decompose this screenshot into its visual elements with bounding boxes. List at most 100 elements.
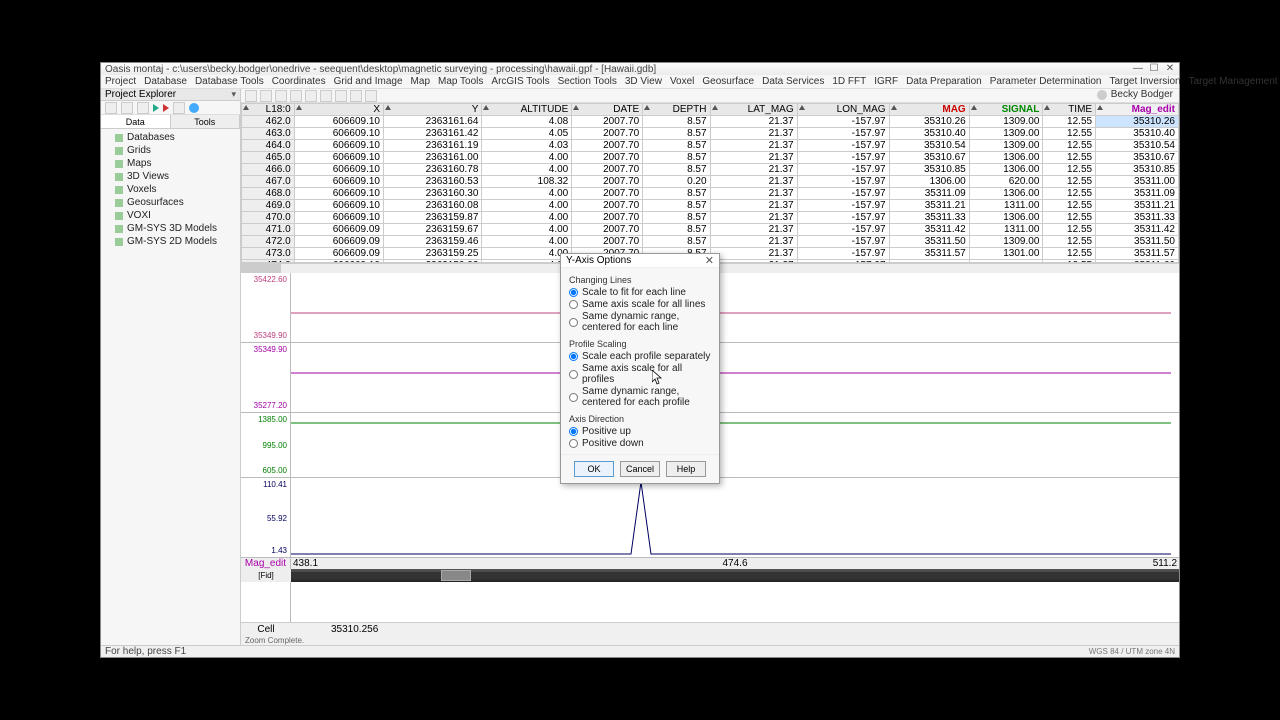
tree-node[interactable]: 3D Views (115, 170, 234, 183)
column-header[interactable]: SIGNAL (969, 104, 1043, 116)
axis-label: 110.41 (245, 480, 287, 489)
folder-icon (115, 147, 123, 155)
xaxis-value: 438.1 (291, 558, 588, 569)
project-explorer-panel: Project Explorer ▾ Data Tools Databases … (101, 89, 241, 645)
ok-button[interactable]: OK (574, 461, 614, 477)
toolbar-button[interactable] (335, 90, 347, 102)
cancel-button[interactable]: Cancel (620, 461, 660, 477)
column-header[interactable]: LON_MAG (797, 104, 889, 116)
menu-item[interactable]: Map Tools (438, 76, 483, 87)
globe-icon[interactable] (189, 103, 199, 113)
menu-item[interactable]: Target Management (1189, 76, 1278, 87)
pin-icon[interactable]: ▾ (231, 89, 236, 100)
column-header[interactable]: TIME (1043, 104, 1096, 116)
close-icon[interactable]: ✕ (1165, 65, 1175, 73)
toolbar-button[interactable] (275, 90, 287, 102)
table-row[interactable]: 463.0606609.102363161.424.052007.708.572… (242, 128, 1179, 140)
toolbar-button[interactable] (137, 102, 149, 114)
column-header[interactable]: LAT_MAG (710, 104, 797, 116)
group-label: Changing Lines (569, 275, 711, 285)
column-header[interactable]: DEPTH (643, 104, 710, 116)
menu-item[interactable]: Target Inversion (1109, 76, 1180, 87)
menu-item[interactable]: Data Preparation (906, 76, 982, 87)
toolbar-button[interactable] (105, 102, 117, 114)
menu-item[interactable]: Geosurface (702, 76, 754, 87)
toolbar-button[interactable] (245, 90, 257, 102)
axis-label: 605.00 (245, 466, 287, 475)
column-header[interactable]: ALTITUDE (482, 104, 572, 116)
dialog-close-icon[interactable]: ✕ (705, 254, 714, 267)
folder-icon (115, 134, 123, 142)
column-header[interactable]: DATE (572, 104, 643, 116)
table-row[interactable]: 465.0606609.102363161.004.002007.708.572… (242, 152, 1179, 164)
toolbar-button[interactable] (320, 90, 332, 102)
radio-dynamic-range-profile[interactable]: Same dynamic range, centered for each pr… (569, 386, 711, 408)
fid-slider-thumb[interactable] (441, 570, 471, 581)
menu-item[interactable]: IGRF (874, 76, 898, 87)
minimize-icon[interactable]: — (1133, 65, 1143, 73)
help-button[interactable]: Help (666, 461, 706, 477)
table-row[interactable]: 467.0606609.102363160.53108.322007.700.2… (242, 176, 1179, 188)
toolbar-button[interactable] (173, 102, 185, 114)
fid-slider-track[interactable] (291, 572, 1179, 579)
play-red-icon[interactable] (163, 104, 169, 112)
tab-tools[interactable]: Tools (171, 115, 241, 128)
tab-data[interactable]: Data (101, 115, 171, 128)
tree-node[interactable]: Geosurfaces (115, 196, 234, 209)
radio-positive-up[interactable]: Positive up (569, 426, 711, 437)
tree-node[interactable]: Grids (115, 144, 234, 157)
column-header[interactable]: X (294, 104, 383, 116)
column-header[interactable]: Mag_edit (1096, 104, 1179, 116)
menu-item[interactable]: Map (411, 76, 430, 87)
table-row[interactable]: 468.0606609.102363160.304.002007.708.572… (242, 188, 1179, 200)
table-row[interactable]: 472.0606609.092363159.464.002007.708.572… (242, 236, 1179, 248)
toolbar-button[interactable] (260, 90, 272, 102)
menu-item[interactable]: Database Tools (195, 76, 264, 87)
table-row[interactable]: 462.0606609.102363161.644.082007.708.572… (242, 116, 1179, 128)
menu-item[interactable]: Data Services (762, 76, 824, 87)
toolbar-button[interactable] (350, 90, 362, 102)
menu-item[interactable]: 1D FFT (832, 76, 866, 87)
user-badge[interactable]: Becky Bodger (1097, 89, 1173, 100)
table-row[interactable]: 466.0606609.102363160.784.002007.708.572… (242, 164, 1179, 176)
tree-node[interactable]: GM-SYS 2D Models (115, 235, 234, 248)
statusbar: For help, press F1 WGS 84 / UTM zone 4N (101, 645, 1179, 657)
table-row[interactable]: 469.0606609.102363160.084.002007.708.572… (242, 200, 1179, 212)
maximize-icon[interactable]: ☐ (1149, 65, 1159, 73)
table-row[interactable]: 470.0606609.102363159.874.002007.708.572… (242, 212, 1179, 224)
radio-scale-fit-line[interactable]: Scale to fit for each line (569, 287, 711, 298)
table-row[interactable]: 464.0606609.102363161.194.032007.708.572… (242, 140, 1179, 152)
tree-node[interactable]: GM-SYS 3D Models (115, 222, 234, 235)
radio-same-scale-profiles[interactable]: Same axis scale for all profiles (569, 363, 711, 385)
axis-label: 35349.90 (245, 345, 287, 354)
column-header[interactable]: Y (383, 104, 481, 116)
menu-item[interactable]: 3D View (625, 76, 662, 87)
tree-node[interactable]: VOXI (115, 209, 234, 222)
toolbar-button[interactable] (365, 90, 377, 102)
panel-tabs: Data Tools (101, 115, 240, 129)
menu-item[interactable]: Voxel (670, 76, 694, 87)
tree-node[interactable]: Voxels (115, 183, 234, 196)
menu-item[interactable]: Database (144, 76, 187, 87)
toolbar-button[interactable] (290, 90, 302, 102)
menu-item[interactable]: Project (105, 76, 136, 87)
menu-item[interactable]: Section Tools (558, 76, 617, 87)
play-icon[interactable] (153, 104, 159, 112)
tree-node[interactable]: Databases (115, 131, 234, 144)
folder-icon (115, 199, 123, 207)
data-grid[interactable]: L18:0XYALTITUDEDATEDEPTHLAT_MAGLON_MAGMA… (241, 103, 1179, 263)
radio-positive-down[interactable]: Positive down (569, 438, 711, 449)
radio-scale-profile-separate[interactable]: Scale each profile separately (569, 351, 711, 362)
menu-item[interactable]: Parameter Determination (990, 76, 1102, 87)
menu-item[interactable]: ArcGIS Tools (491, 76, 549, 87)
table-row[interactable]: 471.0606609.092363159.674.002007.708.572… (242, 224, 1179, 236)
menu-item[interactable]: Coordinates (272, 76, 326, 87)
menu-item[interactable]: Grid and Image (334, 76, 403, 87)
line-header[interactable]: L18:0 (242, 104, 295, 116)
column-header[interactable]: MAG (889, 104, 969, 116)
tree-node[interactable]: Maps (115, 157, 234, 170)
radio-dynamic-range-line[interactable]: Same dynamic range, centered for each li… (569, 311, 711, 333)
radio-same-scale-lines[interactable]: Same axis scale for all lines (569, 299, 711, 310)
toolbar-button[interactable] (121, 102, 133, 114)
toolbar-button[interactable] (305, 90, 317, 102)
